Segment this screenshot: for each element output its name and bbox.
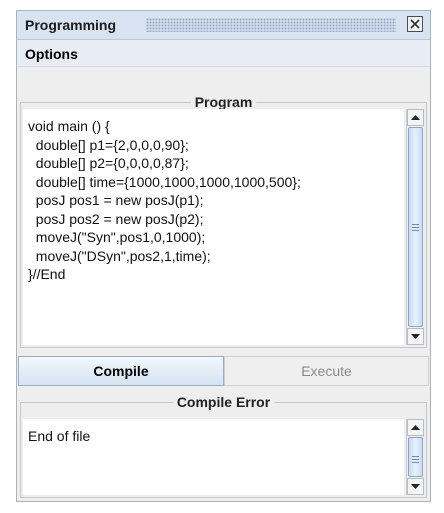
window-title: Programming <box>25 17 117 33</box>
program-group-title: Program <box>190 94 257 110</box>
program-scroll-thumb[interactable] <box>408 127 423 327</box>
title-bar-grip[interactable] <box>146 18 396 32</box>
compile-error-panel: Compile Error End of file <box>20 394 427 498</box>
scroll-up-icon <box>411 115 420 120</box>
close-button[interactable] <box>407 16 423 32</box>
program-scroll-down-button[interactable] <box>407 328 424 345</box>
program-scroll-up-button[interactable] <box>407 109 424 126</box>
program-scrollbar[interactable] <box>406 109 424 345</box>
error-scroll-up-button[interactable] <box>407 419 424 436</box>
error-scrollbar[interactable] <box>406 419 424 495</box>
scroll-down-icon <box>411 484 420 489</box>
close-icon <box>410 19 420 29</box>
execute-button[interactable]: Execute <box>224 356 429 386</box>
action-buttons: Compile Execute <box>18 356 429 386</box>
compile-error-group-title: Compile Error <box>172 394 275 410</box>
scroll-down-icon <box>411 334 420 339</box>
menu-options[interactable]: Options <box>25 46 78 62</box>
programming-window: Programming Options Program void main ()… <box>16 10 431 502</box>
program-panel: Program void main () { double[] p1={2,0,… <box>20 94 427 348</box>
menu-bar: Options <box>17 40 430 67</box>
compile-button[interactable]: Compile <box>18 356 224 386</box>
program-editor[interactable]: void main () { double[] p1={2,0,0,0,90};… <box>23 109 404 345</box>
compile-error-output[interactable]: End of file <box>23 419 404 495</box>
error-scroll-down-button[interactable] <box>407 478 424 495</box>
title-bar[interactable]: Programming <box>17 11 430 40</box>
scroll-up-icon <box>411 425 420 430</box>
error-scroll-thumb[interactable] <box>408 437 423 477</box>
